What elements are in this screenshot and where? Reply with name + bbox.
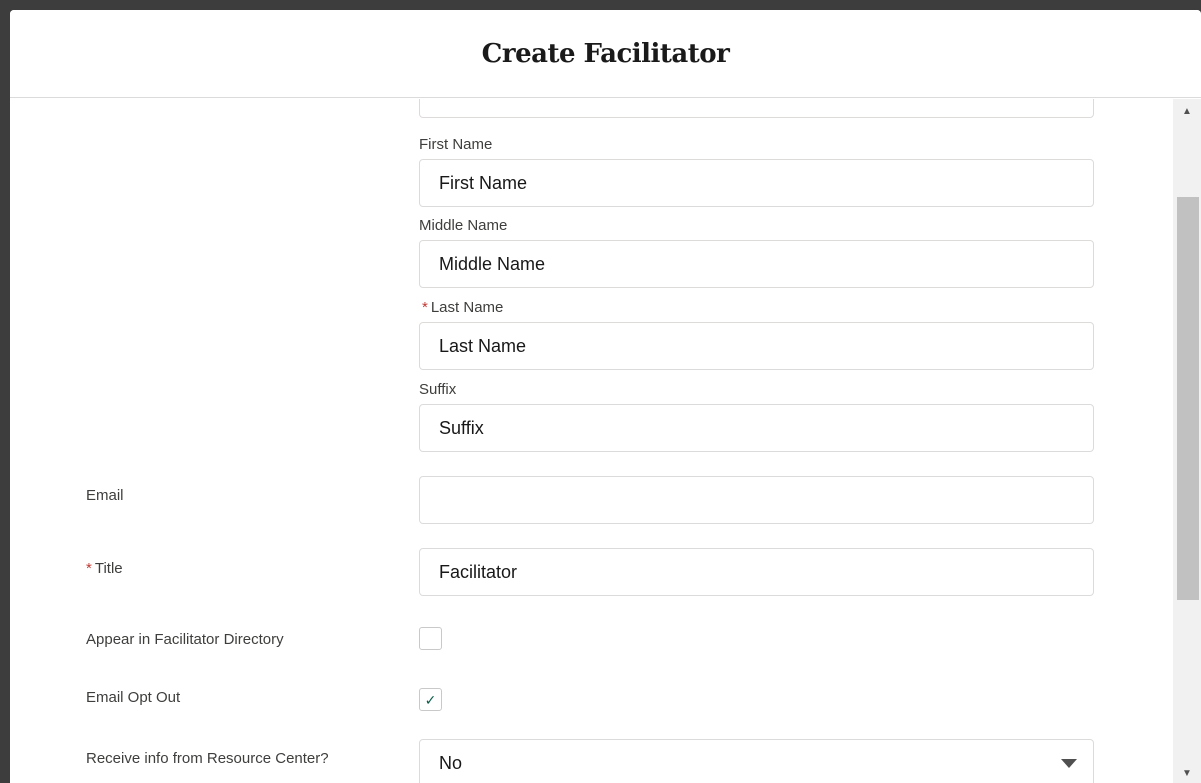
first-name-placeholder: First Name — [439, 172, 528, 193]
suffix-label: Suffix — [419, 381, 457, 398]
email-opt-out-checkbox[interactable]: ✓ — [419, 688, 442, 711]
required-indicator: * — [422, 299, 428, 316]
title-label: * Title — [86, 559, 123, 579]
email-input[interactable] — [419, 476, 1094, 524]
check-icon: ✓ — [424, 691, 437, 708]
resource-center-label: Receive info from Resource Center? — [86, 750, 329, 767]
suffix-placeholder: Suffix — [439, 417, 484, 438]
directory-label: Appear in Facilitator Directory — [86, 631, 284, 648]
last-name-placeholder: Last Name — [439, 335, 527, 356]
scroll-thumb[interactable] — [1177, 197, 1199, 600]
modal-title: Create Facilitator — [481, 38, 730, 69]
last-name-label: * Last Name — [422, 299, 503, 316]
required-indicator: * — [86, 560, 92, 577]
chevron-down-icon — [1061, 759, 1077, 768]
middle-name-input[interactable]: Middle Name — [419, 240, 1094, 288]
email-label: Email — [86, 487, 124, 504]
last-name-input[interactable]: Last Name — [419, 322, 1094, 370]
scrollbar[interactable]: ▲ ▼ — [1173, 99, 1201, 783]
middle-name-label: Middle Name — [419, 217, 508, 234]
title-input[interactable]: Facilitator — [419, 548, 1094, 596]
resource-center-value: No — [439, 752, 463, 773]
modal-header: Create Facilitator — [10, 10, 1201, 98]
first-name-label: First Name — [419, 136, 493, 153]
resource-center-select[interactable]: No — [419, 739, 1094, 783]
scroll-up-icon[interactable]: ▲ — [1173, 101, 1201, 121]
suffix-input[interactable]: Suffix — [419, 404, 1094, 452]
salutation-input[interactable] — [419, 99, 1094, 118]
title-label-text: Title — [94, 560, 123, 577]
title-value: Facilitator — [439, 561, 518, 582]
directory-checkbox[interactable] — [419, 627, 442, 650]
create-facilitator-modal: Create Facilitator First Name First Name… — [10, 10, 1201, 783]
scroll-down-icon[interactable]: ▼ — [1173, 763, 1201, 783]
middle-name-placeholder: Middle Name — [439, 253, 546, 274]
last-name-label-text: Last Name — [430, 299, 504, 316]
modal-body: First Name First Name Middle Name Middle… — [10, 99, 1173, 783]
first-name-input[interactable]: First Name — [419, 159, 1094, 207]
email-opt-out-label: Email Opt Out — [86, 689, 181, 706]
